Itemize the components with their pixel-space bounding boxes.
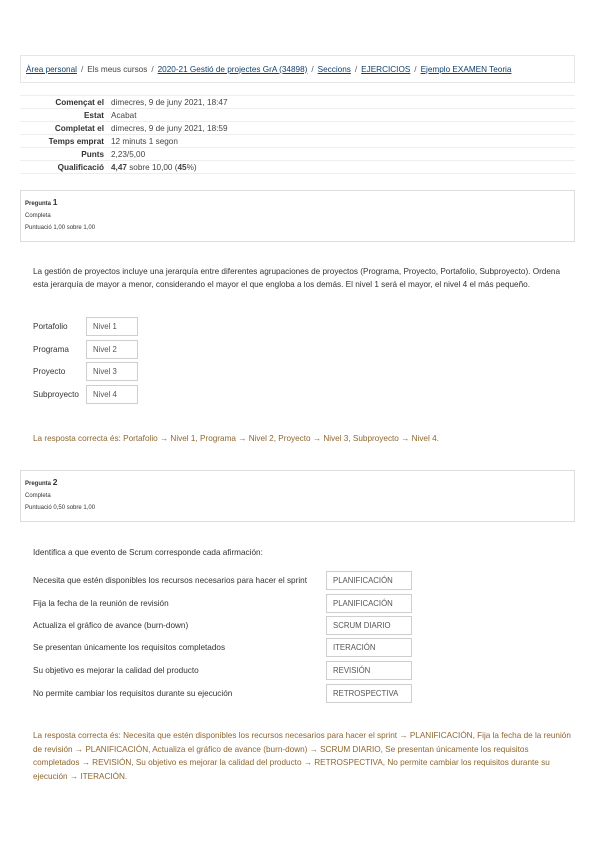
question-state: Completa <box>25 213 51 219</box>
match-label: No permite cambiar los requisitos durant… <box>33 688 233 698</box>
breadcrumb-link-exercises[interactable]: EJERCICIOS <box>361 65 410 74</box>
summary-label: Qualificació <box>57 162 104 172</box>
correct-answer-feedback: La resposta correcta és: Portafolio → Ni… <box>33 434 439 443</box>
breadcrumb-link-home[interactable]: Àrea personal <box>26 65 77 74</box>
breadcrumb-separator: / <box>80 64 84 74</box>
match-label: Subproyecto <box>33 389 79 399</box>
question-text: Identifica a que evento de Scrum corresp… <box>33 548 263 557</box>
summary-row-grade: Qualificació 4,47 sobre 10,00 (45%) <box>20 160 575 174</box>
correct-answer-feedback: La resposta correcta és: Necesita que es… <box>33 731 571 781</box>
summary-label: Estat <box>83 110 104 120</box>
match-select[interactable]: REVISIÓN <box>326 660 412 680</box>
match-select[interactable]: PLANIFICACIÓN <box>326 593 412 613</box>
question-info-2: Pregunta 2 Completa Puntuació 0,50 sobre… <box>20 470 575 522</box>
match-select[interactable]: PLANIFICACIÓN <box>326 570 412 590</box>
match-row: Actualiza el gráfico de avance (burn-dow… <box>33 615 423 635</box>
summary-label: Temps emprat <box>48 136 104 146</box>
match-label: Se presentan únicamente los requisitos c… <box>33 642 226 652</box>
match-label: Fija la fecha de la reunión de revisión <box>33 598 169 608</box>
grade-suffix: %) <box>186 162 197 172</box>
question-grade: Puntuació 0,50 sobre 1,00 <box>25 505 96 511</box>
match-row: Su objetivo es mejorar la calidad del pr… <box>33 660 423 680</box>
match-row: Se presentan únicamente los requisitos c… <box>33 637 423 657</box>
summary-value: 2,23/5,00 <box>111 149 146 159</box>
question-text: La gestión de proyectos incluye una jera… <box>33 267 561 289</box>
breadcrumb-link-sections[interactable]: Seccions <box>318 65 351 74</box>
question-grade: Puntuació 1,00 sobre 1,00 <box>25 225 96 231</box>
summary-value: Acabat <box>111 110 137 120</box>
match-row: No permite cambiar los requisitos durant… <box>33 683 423 703</box>
breadcrumb-link-quiz[interactable]: Ejemplo EXAMEN Teoria <box>421 65 512 74</box>
question-label: Pregunta <box>25 201 52 207</box>
match-select[interactable]: Nivel 4 <box>86 384 138 404</box>
summary-row-marks: Punts 2,23/5,00 <box>20 147 575 161</box>
breadcrumb: Àrea personal / Els meus cursos / 2020-2… <box>20 55 575 83</box>
match-row: Programa Nivel 2 <box>33 339 143 359</box>
grade-value: 4,47 sobre 10,00 (45%) <box>109 161 575 174</box>
summary-label: Començat el <box>55 97 104 107</box>
breadcrumb-separator: / <box>414 64 417 74</box>
breadcrumb-separator: / <box>354 64 358 74</box>
match-select[interactable]: RETROSPECTIVA <box>326 683 412 703</box>
breadcrumb-item-my-courses: Els meus cursos <box>87 64 148 74</box>
attempt-summary-table: Començat el dimecres, 9 de juny 2021, 18… <box>20 95 575 174</box>
breadcrumb-separator: / <box>151 64 154 74</box>
match-label: Programa <box>33 344 69 354</box>
match-row: Fija la fecha de la reunión de revisión … <box>33 593 423 613</box>
summary-row-started: Començat el dimecres, 9 de juny 2021, 18… <box>20 95 575 109</box>
match-row: Subproyecto Nivel 4 <box>33 384 143 404</box>
match-label: Su objetivo es mejorar la calidad del pr… <box>33 665 199 675</box>
question-state: Completa <box>25 493 51 499</box>
question-info-1: Pregunta 1 Completa Puntuació 1,00 sobre… <box>20 190 575 242</box>
match-label: Actualiza el gráfico de avance (burn-dow… <box>33 620 189 630</box>
summary-row-state: Estat Acabat <box>20 108 575 122</box>
match-label: Portafolio <box>33 321 68 331</box>
match-select[interactable]: Nivel 2 <box>86 339 138 359</box>
question-number: Pregunta 2 <box>25 476 570 490</box>
match-select[interactable]: Nivel 1 <box>86 316 138 336</box>
breadcrumb-separator: / <box>311 64 314 74</box>
match-label: Necesita que estén disponibles los recur… <box>33 575 307 585</box>
grade-score: 4,47 <box>111 162 127 172</box>
match-select[interactable]: SCRUM DIARIO <box>326 615 412 635</box>
summary-row-completed: Completat el dimecres, 9 de juny 2021, 1… <box>20 121 575 135</box>
summary-label: Completat el <box>54 123 104 133</box>
question-number-value: 1 <box>52 197 58 207</box>
summary-value: 12 minuts 1 segon <box>111 136 178 146</box>
match-row: Proyecto Nivel 3 <box>33 361 143 381</box>
question-number-value: 2 <box>52 477 58 487</box>
summary-row-time-taken: Temps emprat 12 minuts 1 segon <box>20 134 575 148</box>
match-select[interactable]: Nivel 3 <box>86 361 138 381</box>
summary-label: Punts <box>81 149 104 159</box>
match-row: Necesita que estén disponibles los recur… <box>33 570 423 590</box>
match-select[interactable]: ITERACIÓN <box>326 637 412 657</box>
summary-value: dimecres, 9 de juny 2021, 18:47 <box>111 97 228 107</box>
summary-value: dimecres, 9 de juny 2021, 18:59 <box>111 123 228 133</box>
grade-middle: sobre 10,00 ( <box>126 162 178 172</box>
match-row: Portafolio Nivel 1 <box>33 316 143 336</box>
question-number: Pregunta 1 <box>25 196 570 210</box>
match-label: Proyecto <box>33 366 66 376</box>
grade-percent: 45 <box>177 162 187 172</box>
breadcrumb-link-course[interactable]: 2020-21 Gestió de projectes GrA (34898) <box>158 65 308 74</box>
question-label: Pregunta <box>25 481 52 487</box>
